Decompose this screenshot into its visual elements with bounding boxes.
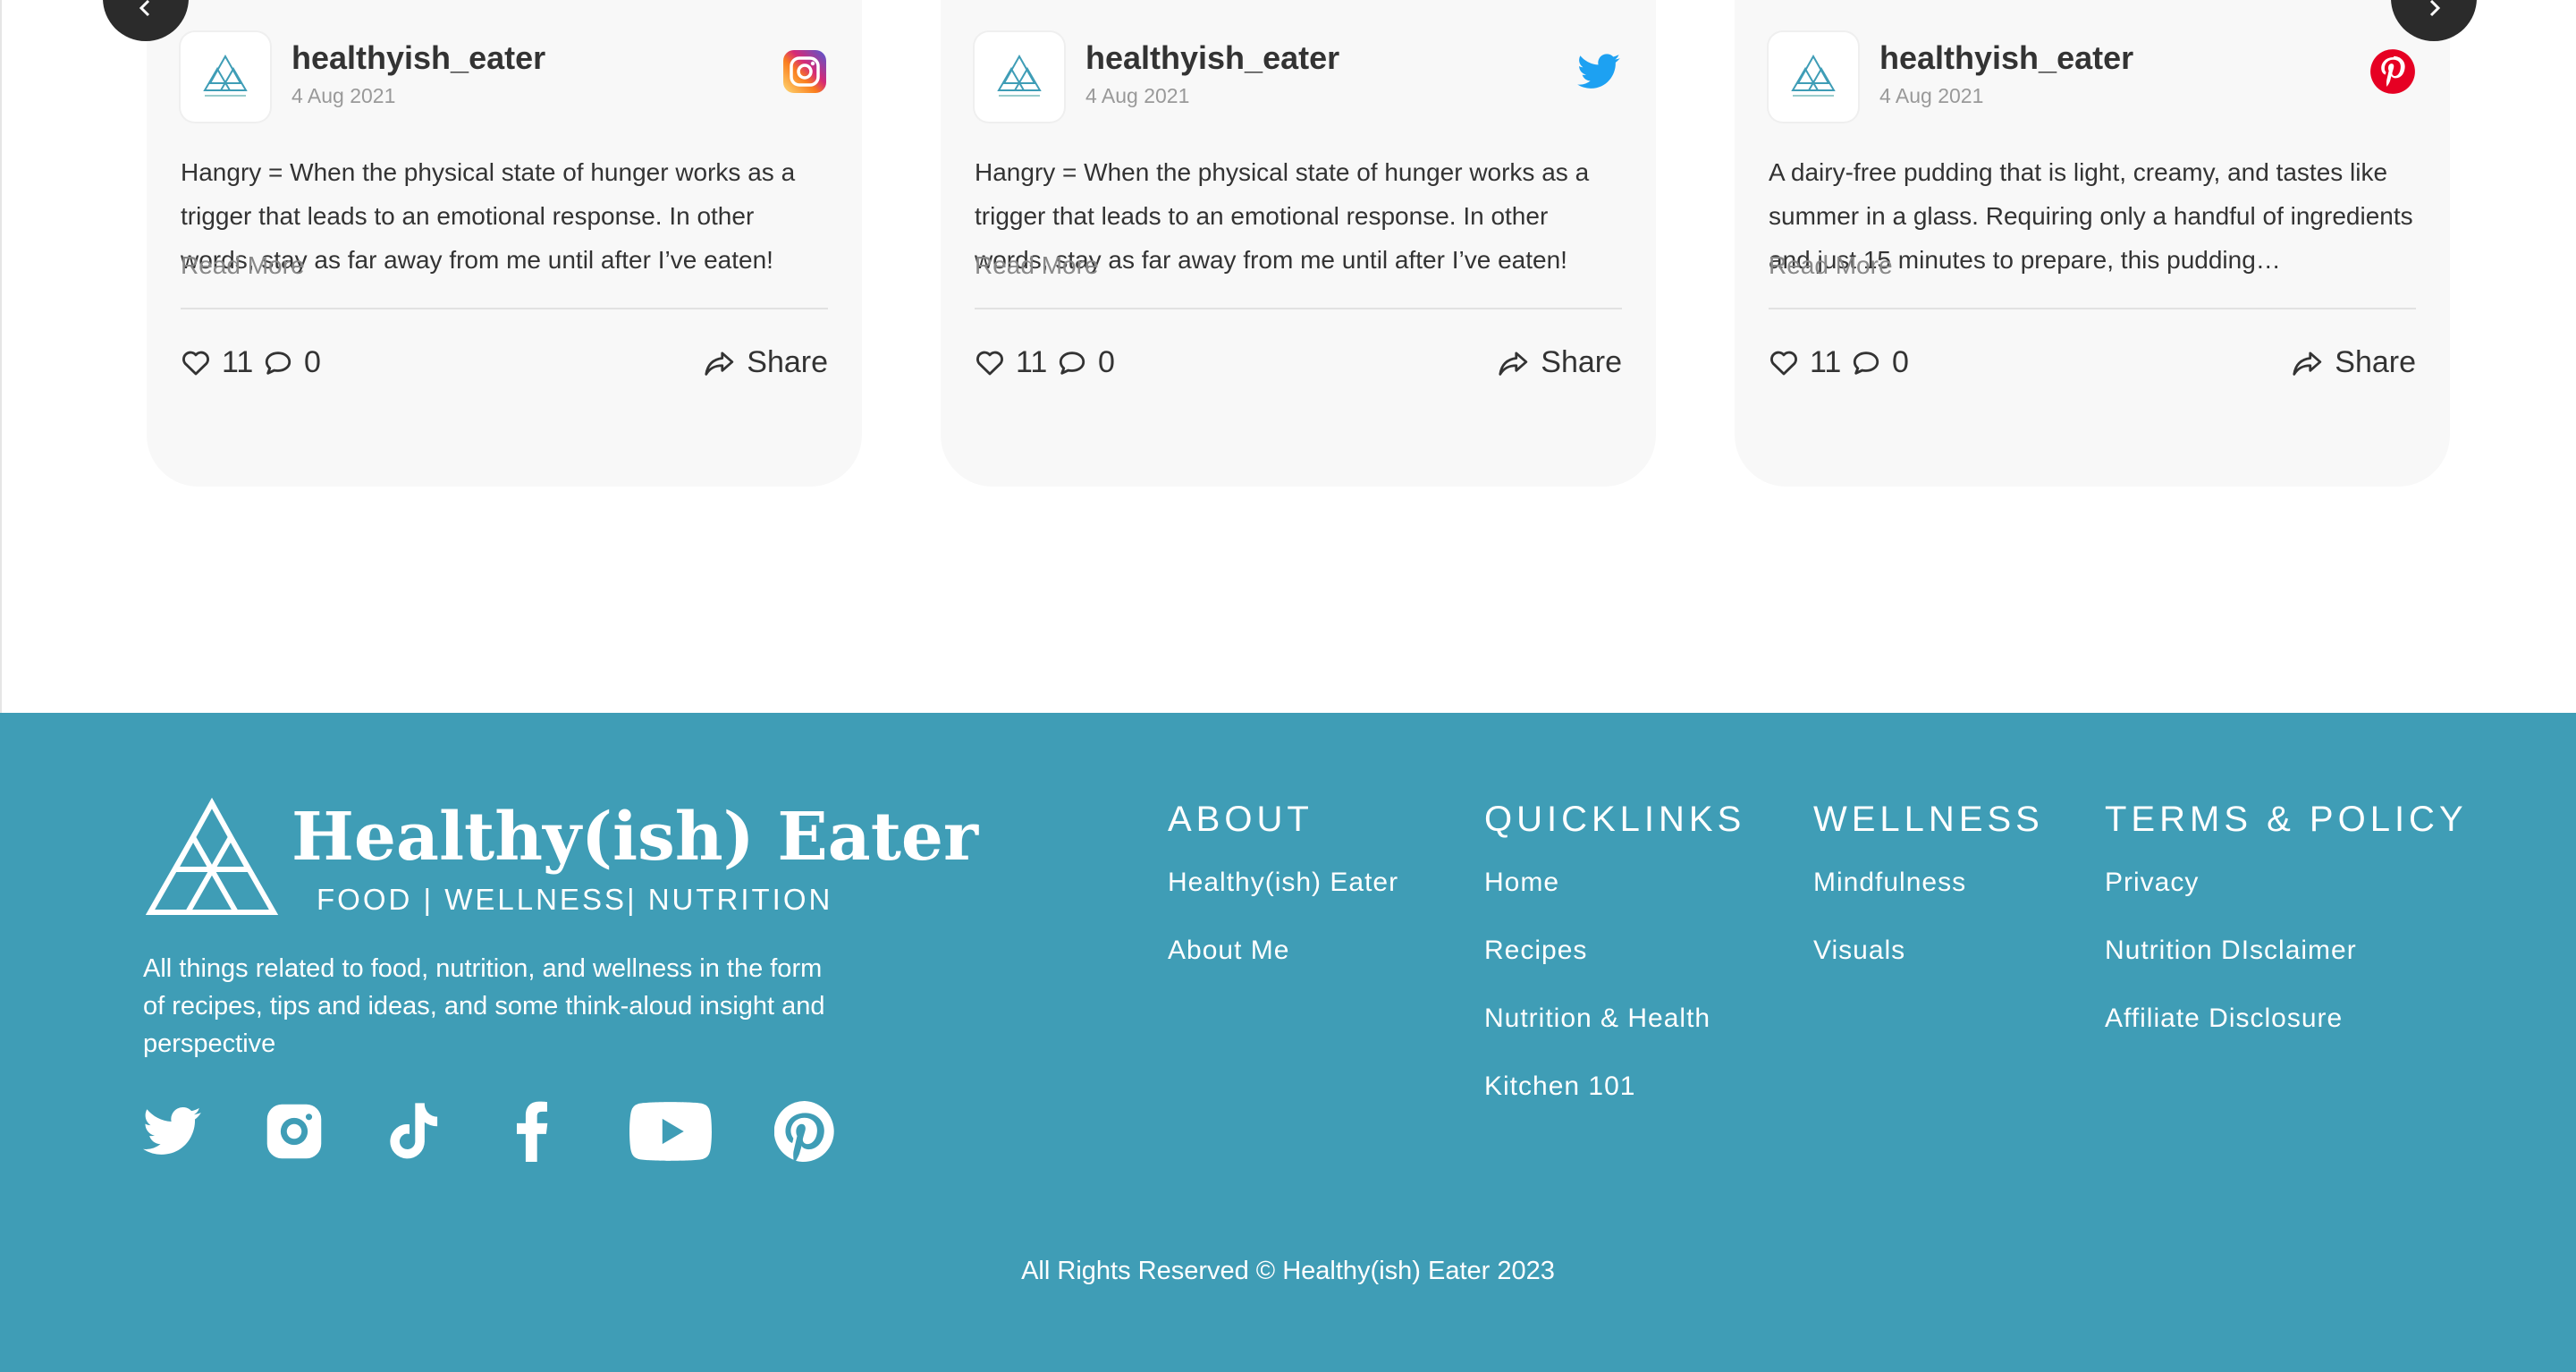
comment-button[interactable]: 0: [1057, 345, 1115, 380]
like-button[interactable]: 11: [1769, 345, 1841, 380]
instagram-icon[interactable]: [781, 48, 828, 95]
like-count: 11: [222, 345, 254, 379]
column-title: ABOUT: [1168, 800, 1313, 839]
heart-icon: [182, 351, 209, 375]
footer-link[interactable]: Mindfulness: [1813, 868, 2044, 936]
pinterest-icon[interactable]: [2369, 48, 2416, 95]
social-post-card[interactable]: healthyish_eater 4 Aug 2021 Hangry = Whe…: [941, 0, 1656, 487]
social-post-card[interactable]: healthyish_eater 4 Aug 2021 A dairy-free…: [1735, 0, 2450, 487]
pinterest-icon: [774, 1101, 834, 1162]
footer-link[interactable]: Healthy(ish) Eater: [1168, 868, 1398, 936]
brand-name[interactable]: Healthy(ish) Eater: [291, 799, 978, 876]
twitter-link[interactable]: [143, 1099, 202, 1164]
like-button[interactable]: 11: [181, 345, 253, 380]
post-stats: 11 0 Share: [1769, 345, 2416, 385]
footer-column-about: ABOUT Healthy(ish) Eater About Me: [1168, 800, 1398, 1004]
footer-link[interactable]: Kitchen 101: [1484, 1071, 1745, 1139]
footer-link[interactable]: Nutrition DIsclaimer: [2105, 936, 2468, 1004]
avatar[interactable]: [975, 32, 1064, 122]
share-icon: [2293, 351, 2322, 376]
comment-button[interactable]: 0: [263, 345, 321, 380]
post-stats: 11 0 Share: [975, 345, 1622, 385]
share-button[interactable]: Share: [704, 345, 828, 380]
like-button[interactable]: 11: [975, 345, 1047, 380]
post-handle[interactable]: healthyish_eater: [291, 39, 545, 77]
like-count: 11: [1810, 345, 1842, 379]
tiktok-link[interactable]: [386, 1099, 442, 1164]
share-button[interactable]: Share: [2292, 345, 2416, 380]
share-icon: [705, 351, 734, 376]
avatar[interactable]: [1769, 32, 1858, 122]
heart-icon: [1770, 351, 1797, 375]
read-more-link[interactable]: Read More: [975, 251, 1099, 280]
column-title: TERMS & POLICY: [2105, 800, 2468, 839]
pinterest-link[interactable]: [774, 1099, 835, 1164]
social-links: [143, 1099, 840, 1164]
share-button[interactable]: Share: [1498, 345, 1622, 380]
youtube-icon: [629, 1102, 712, 1161]
brand-logo-icon[interactable]: [143, 798, 281, 921]
post-stats: 11 0 Share: [181, 345, 828, 385]
footer-link[interactable]: Recipes: [1484, 936, 1745, 1004]
footer-column-wellness: WELLNESS Mindfulness Visuals: [1813, 800, 2044, 1004]
twitter-icon: [143, 1106, 201, 1155]
divider: [181, 308, 828, 309]
footer-link[interactable]: Nutrition & Health: [1484, 1004, 1745, 1071]
chevron-left-icon: [139, 0, 150, 17]
social-feed: healthyish_eater 4 Aug 2021 Hangry = Whe…: [0, 0, 2576, 713]
share-label: Share: [1541, 345, 1622, 379]
avatar[interactable]: [181, 32, 270, 122]
footer-link[interactable]: Visuals: [1813, 936, 2044, 1004]
post-handle[interactable]: healthyish_eater: [1879, 39, 2133, 77]
share-label: Share: [2335, 345, 2416, 379]
like-count: 11: [1016, 345, 1048, 379]
instagram-link[interactable]: [265, 1099, 324, 1164]
footer-link[interactable]: About Me: [1168, 936, 1398, 1004]
share-icon: [1499, 351, 1528, 376]
divider: [1769, 308, 2416, 309]
comment-icon: [1853, 351, 1879, 375]
copyright-text: All Rights Reserved © Healthy(ish) Eater…: [1021, 1257, 1555, 1285]
footer-link[interactable]: Privacy: [2105, 868, 2468, 936]
facebook-icon: [517, 1101, 548, 1162]
heart-icon: [976, 351, 1003, 375]
footer-link[interactable]: Home: [1484, 868, 1745, 936]
comment-icon: [1059, 351, 1085, 375]
chevron-right-icon: [2429, 0, 2441, 17]
post-header: healthyish_eater 4 Aug 2021: [1769, 32, 2416, 122]
post-date: 4 Aug 2021: [1879, 84, 1984, 107]
post-header: healthyish_eater 4 Aug 2021: [975, 32, 1622, 122]
brand-description: All things related to food, nutrition, a…: [143, 954, 825, 1058]
twitter-icon[interactable]: [1575, 48, 1622, 95]
share-label: Share: [747, 345, 828, 379]
divider: [975, 308, 1622, 309]
read-more-link[interactable]: Read More: [1769, 251, 1893, 280]
facebook-link[interactable]: [508, 1099, 556, 1164]
comment-count: 0: [304, 345, 321, 379]
brand-tagline: FOOD | WELLNESS| NUTRITION: [317, 883, 833, 916]
read-more-link[interactable]: Read More: [181, 251, 305, 280]
comment-icon: [265, 351, 291, 375]
footer-link[interactable]: Affiliate Disclosure: [2105, 1004, 2468, 1071]
instagram-icon: [266, 1104, 322, 1159]
comment-count: 0: [1892, 345, 1909, 379]
site-footer: Healthy(ish) Eater FOOD | WELLNESS| NUTR…: [0, 713, 2576, 1372]
column-title: QUICKLINKS: [1484, 800, 1746, 839]
post-handle[interactable]: healthyish_eater: [1085, 39, 1339, 77]
social-post-card[interactable]: healthyish_eater 4 Aug 2021 Hangry = Whe…: [147, 0, 862, 487]
youtube-link[interactable]: [629, 1099, 712, 1164]
post-date: 4 Aug 2021: [1085, 84, 1190, 107]
comment-button[interactable]: 0: [1851, 345, 1909, 380]
comment-count: 0: [1098, 345, 1115, 379]
footer-column-quicklinks: QUICKLINKS Home Recipes Nutrition & Heal…: [1484, 800, 1745, 1139]
post-date: 4 Aug 2021: [291, 84, 396, 107]
footer-column-terms: TERMS & POLICY Privacy Nutrition DIsclai…: [2105, 800, 2468, 1071]
column-title: WELLNESS: [1813, 800, 2044, 839]
tiktok-icon: [390, 1103, 438, 1159]
post-header: healthyish_eater 4 Aug 2021: [181, 32, 828, 122]
